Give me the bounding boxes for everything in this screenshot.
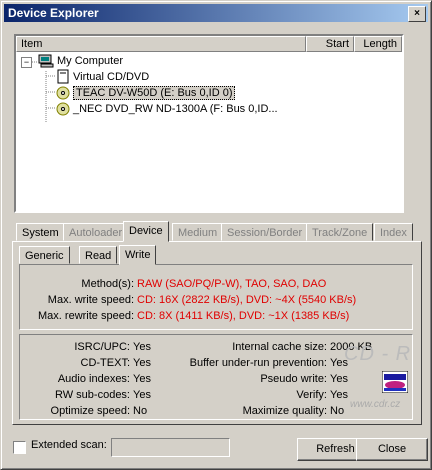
pseudo-write-label: Pseudo write: — [260, 373, 327, 385]
subtab-write[interactable]: Write — [119, 245, 157, 265]
cd-drive-icon — [56, 86, 70, 100]
methods-value: RAW (SAO/PQ/P-W), TAO, SAO, DAO — [137, 278, 327, 290]
device-tab-panel: Generic Read Write Method(s): RAW (SAO/P… — [12, 241, 422, 425]
feature-row: ISRC/UPC: Yes — [20, 339, 151, 355]
device-explorer-window: Device Explorer × Item Start Length − My… — [0, 0, 432, 470]
feature-row: Optimize speed: No — [20, 403, 150, 419]
extended-scan-checkbox[interactable] — [13, 441, 26, 454]
computer-icon — [38, 54, 54, 68]
audio-indexes-label: Audio indexes: — [57, 373, 130, 385]
tab-index[interactable]: Index — [374, 223, 413, 241]
extended-scan-label: Extended scan: — [31, 439, 107, 451]
subtab-generic[interactable]: Generic — [19, 246, 70, 264]
column-header-start[interactable]: Start — [306, 36, 354, 52]
tree-node-my-computer[interactable]: My Computer — [38, 53, 123, 69]
cd-drive-icon — [56, 102, 70, 116]
methods-row: Method(s): RAW (SAO/PQ/P-W), TAO, SAO, D… — [20, 276, 414, 292]
title-bar: Device Explorer × — [4, 4, 428, 22]
tree-node-label: TEAC DV-W50D (E: Bus 0,ID 0) — [73, 86, 236, 100]
column-header-length[interactable]: Length — [354, 36, 402, 52]
tab-medium[interactable]: Medium — [172, 223, 224, 241]
cd-text-value: Yes — [133, 357, 151, 369]
device-tree-list[interactable]: Item Start Length − My Computer Virtual … — [14, 34, 404, 213]
tab-session-border[interactable]: Session/Border — [221, 223, 309, 241]
close-icon[interactable]: × — [408, 6, 426, 22]
rw-sub-codes-label: RW sub-codes: — [55, 389, 130, 401]
methods-label: Method(s): — [81, 278, 134, 290]
rw-sub-codes-value: Yes — [133, 389, 151, 401]
cd-logo-icon — [382, 371, 408, 393]
feature-row: RW sub-codes: Yes — [20, 387, 151, 403]
watermark-text: CD - R — [344, 343, 412, 365]
cd-icon — [57, 69, 69, 84]
tree-node-label: My Computer — [57, 55, 124, 67]
tree-node-teac-drive[interactable]: TEAC DV-W50D (E: Bus 0,ID 0) — [56, 85, 236, 101]
tree-node-virtual-cd-dvd[interactable]: Virtual CD/DVD — [56, 69, 149, 85]
isrc-upc-value: Yes — [133, 341, 151, 353]
cd-text-label: CD-TEXT: — [80, 357, 131, 369]
tree-node-nec-drive[interactable]: _NEC DVD_RW ND-1300A (F: Bus 0,ID... — [56, 101, 278, 117]
max-write-speed-row: Max. write speed: CD: 16X (2822 KB/s), D… — [20, 292, 414, 308]
optimize-speed-value: No — [133, 405, 148, 417]
write-features-group: ISRC/UPC: Yes CD-TEXT: Yes Audio indexes: Y… — [19, 334, 413, 420]
verify-label: Verify: — [296, 389, 327, 401]
tree-node-label: Virtual CD/DVD — [73, 71, 150, 83]
watermark-url: www.cdr.cz — [350, 399, 401, 410]
write-methods-group: Method(s): RAW (SAO/PQ/P-W), TAO, SAO, D… — [19, 264, 413, 330]
max-rewrite-speed-row: Max. rewrite speed: CD: 8X (1411 KB/s), … — [20, 308, 414, 324]
tab-track-zone[interactable]: Track/Zone — [306, 223, 374, 241]
max-rewrite-speed-label: Max. rewrite speed: — [38, 310, 134, 322]
max-rewrite-speed-value: CD: 8X (1411 KB/s), DVD: ~1X (1385 KB/s) — [137, 310, 350, 322]
optimize-speed-label: Optimize speed: — [50, 405, 130, 417]
window-title: Device Explorer — [8, 6, 99, 20]
isrc-upc-label: ISRC/UPC: — [74, 341, 130, 353]
subtab-read[interactable]: Read — [79, 246, 118, 264]
extended-scan-field[interactable] — [111, 438, 230, 457]
tab-system[interactable]: System — [16, 223, 65, 241]
feature-row: Audio indexes: Yes — [20, 371, 151, 387]
max-write-speed-label: Max. write speed: — [47, 294, 134, 306]
max-write-speed-value: CD: 16X (2822 KB/s), DVD: ~4X (5540 KB/s… — [137, 294, 357, 306]
cache-size-label: Internal cache size: — [232, 341, 327, 353]
tab-device[interactable]: Device — [123, 221, 169, 242]
close-button[interactable]: Close — [356, 438, 428, 461]
buffer-underrun-label: Buffer under-run prevention: — [189, 357, 327, 369]
audio-indexes-value: Yes — [133, 373, 151, 385]
maximize-quality-label: Maximize quality: — [242, 405, 327, 417]
feature-row: CD-TEXT: Yes — [20, 355, 151, 371]
tree-node-label: _NEC DVD_RW ND-1300A (F: Bus 0,ID... — [73, 103, 278, 115]
tab-autoloader[interactable]: Autoloader — [63, 223, 129, 241]
cdr-watermark-logo: CD - R www.cdr.cz — [342, 341, 412, 415]
